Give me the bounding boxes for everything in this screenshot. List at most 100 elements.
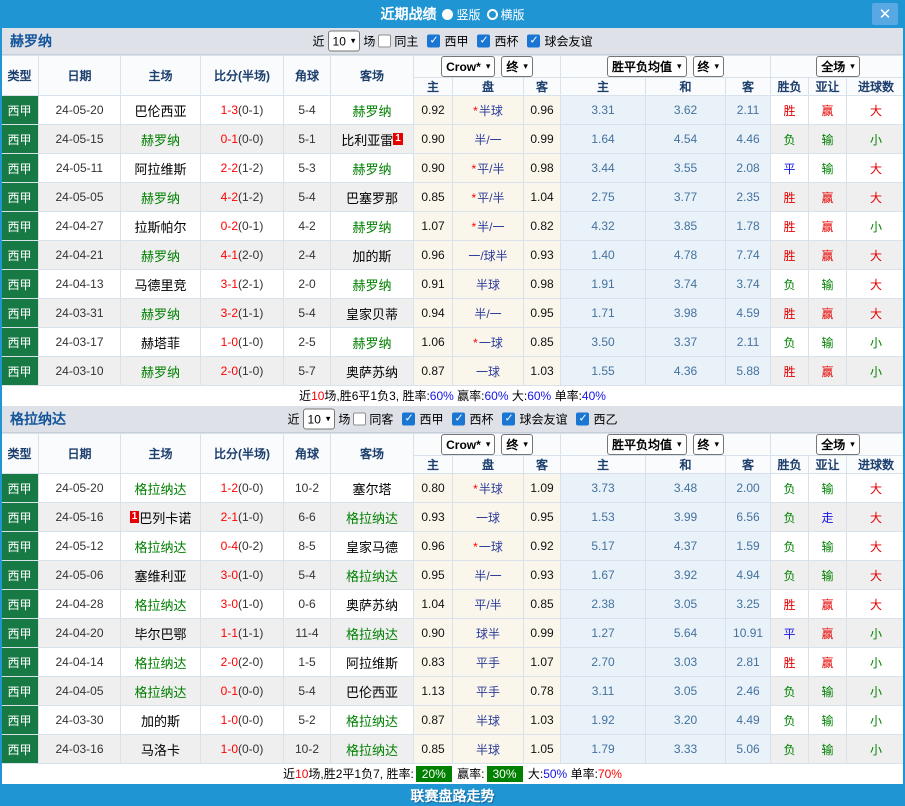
league-checkbox-西杯[interactable]	[477, 34, 491, 48]
avg-draw-odds: 3.98	[645, 298, 727, 328]
result-cell: 胜	[770, 95, 810, 125]
sub-header: 主	[413, 455, 453, 474]
summary-part: 40%	[581, 389, 606, 403]
recent-count-value: 10	[307, 412, 321, 426]
col-header-3: 比分(半场)	[200, 433, 284, 474]
red-card-badge: 1	[393, 132, 403, 145]
avg-home-odds: 3.73	[560, 473, 647, 503]
odds-stage-select[interactable]: 终 ▾	[501, 56, 533, 77]
league-checkbox-西乙[interactable]	[576, 412, 590, 426]
away-odds: 0.93	[522, 560, 562, 590]
avg-home-odds: 1.92	[560, 705, 647, 735]
league-checkbox-西杯[interactable]	[452, 412, 466, 426]
avg-draw-odds: 3.05	[645, 589, 727, 619]
league-type-cell: 西甲	[0, 211, 39, 241]
avg-away-odds: 5.06	[725, 734, 772, 764]
odds-company-select[interactable]: Crow* ▾	[441, 434, 496, 455]
handicap-result-cell: 输	[808, 124, 848, 154]
sub-header: 胜负	[770, 77, 810, 96]
col-header-5: 客场	[330, 433, 414, 474]
league-type-cell: 西甲	[0, 734, 39, 764]
scope-select[interactable]: 全场 ▾	[816, 434, 860, 455]
matches-table: 类型 日期 主场 比分(半场) 角球 客场 Crow* ▾ 终 ▾ 胜平负均值 ▾ 终 ▾ 全场 ▾ 主盘客主和…	[0, 55, 905, 386]
league-type-cell: 西甲	[0, 589, 39, 619]
home-odds: 0.87	[413, 356, 453, 386]
chevron-down-icon: ▾	[523, 61, 528, 71]
avg-stage-select[interactable]: 终 ▾	[692, 56, 725, 77]
league-checkbox-西甲[interactable]	[402, 412, 416, 426]
halftime-score: (1-0)	[238, 568, 264, 582]
odds-stage-select[interactable]: 终 ▾	[501, 434, 533, 455]
away-team: 赫罗纳	[330, 95, 414, 125]
score-cell: 1-0(0-0)	[200, 734, 284, 764]
avg-home-odds: 1.67	[560, 560, 647, 590]
recent-count-select[interactable]: 10 ▾	[327, 30, 361, 52]
away-team: 格拉纳达	[330, 705, 414, 735]
avg-stage-select[interactable]: 终 ▾	[692, 434, 725, 455]
summary-part: 近	[283, 767, 296, 781]
avg-draw-odds: 3.20	[645, 705, 727, 735]
league-checkbox-球会友谊[interactable]	[502, 412, 516, 426]
league-label: 西杯	[469, 412, 494, 427]
goals-result-cell: 小	[846, 211, 905, 241]
same-venue-checkbox[interactable]	[378, 34, 392, 48]
corner-count: 8-5	[283, 531, 331, 561]
summary-part: 60%	[429, 389, 454, 403]
radio-horizontal-layout[interactable]: 横版	[486, 6, 525, 23]
chevron-down-icon: ▾	[677, 439, 682, 449]
sub-header: 亚让	[808, 77, 848, 96]
avg-away-odds: 2.11	[725, 327, 772, 357]
away-odds: 1.03	[522, 356, 562, 386]
away-team: 塞尔塔	[330, 473, 414, 503]
match-date: 24-05-11	[38, 153, 121, 183]
avg-stage-select-value: 终	[697, 60, 710, 74]
odds-company-select[interactable]: Crow* ▾	[441, 56, 496, 77]
col-header-4: 角球	[283, 55, 331, 96]
favorite-star: *	[473, 335, 478, 350]
handicap-result-cell: 赢	[808, 240, 848, 270]
match-date: 24-05-15	[38, 124, 121, 154]
handicap-line: 半/一	[452, 124, 524, 154]
avg-metric-select[interactable]: 胜平负均值 ▾	[606, 434, 687, 455]
radio-vertical-layout[interactable]: 竖版	[442, 6, 481, 23]
league-type-cell: 西甲	[0, 560, 39, 590]
handicap-line: 一/球半	[452, 240, 524, 270]
summary-part: 60%	[527, 389, 552, 403]
same-venue-checkbox[interactable]	[353, 412, 367, 426]
handicap-line: *平/半	[452, 153, 524, 183]
recent-count-value: 10	[332, 34, 346, 48]
avg-draw-odds: 3.03	[645, 647, 727, 677]
summary-part: 30%	[486, 766, 523, 782]
halftime-score: (1-0)	[238, 597, 264, 611]
corner-count: 5-1	[283, 124, 331, 154]
avg-metric-select[interactable]: 胜平负均值 ▾	[606, 56, 687, 77]
corner-count: 5-3	[283, 153, 331, 183]
home-odds: 0.90	[413, 153, 453, 183]
match-row: 西甲 24-04-05 格拉纳达 0-1(0-0) 5-4 巴伦西亚 1.13 平手 0.78 3…	[0, 676, 905, 706]
handicap-line: *半球	[452, 95, 524, 125]
fulltime-score: 3-0	[220, 568, 238, 582]
close-button[interactable]: ✕	[872, 3, 898, 25]
summary-part: 胜率:	[386, 767, 414, 781]
corner-count: 10-2	[283, 473, 331, 503]
corner-count: 10-2	[283, 734, 331, 764]
away-team: 格拉纳达	[330, 502, 414, 532]
halftime-score: (1-0)	[238, 364, 264, 378]
home-odds: 0.83	[413, 647, 453, 677]
recent-count-select[interactable]: 10 ▾	[302, 408, 336, 430]
halftime-score: (0-1)	[238, 219, 264, 233]
team-section: 格拉纳达 近 10 ▾ 场 同客 西甲 西杯 球会友谊 西乙 类型日期主场比分(半场)…	[0, 406, 905, 784]
score-cell: 0-1(0-0)	[200, 124, 284, 154]
league-checkbox-西甲[interactable]	[427, 34, 441, 48]
league-checkbox-球会友谊[interactable]	[527, 34, 541, 48]
corner-count: 11-4	[283, 618, 331, 648]
score-cell: 1-0(1-0)	[200, 327, 284, 357]
scope-select[interactable]: 全场 ▾	[816, 56, 860, 77]
avg-home-odds: 1.71	[560, 298, 647, 328]
result-cell: 负	[770, 531, 810, 561]
score-cell: 1-1(1-1)	[200, 618, 284, 648]
match-row: 西甲 24-04-20 毕尔巴鄂 1-1(1-1) 11-4 格拉纳达 0.90 球半 0.99…	[0, 618, 905, 648]
summary-line: 近10场,胜6平1负3, 胜率:60% 赢率:60% 大:60% 单率:40%	[0, 386, 905, 406]
league-handicap-trend-bar[interactable]: 联赛盘路走势	[0, 784, 905, 806]
match-row: 西甲 24-05-06 塞维利亚 3-0(1-0) 5-4 格拉纳达 0.95 半/一 0.93…	[0, 560, 905, 590]
